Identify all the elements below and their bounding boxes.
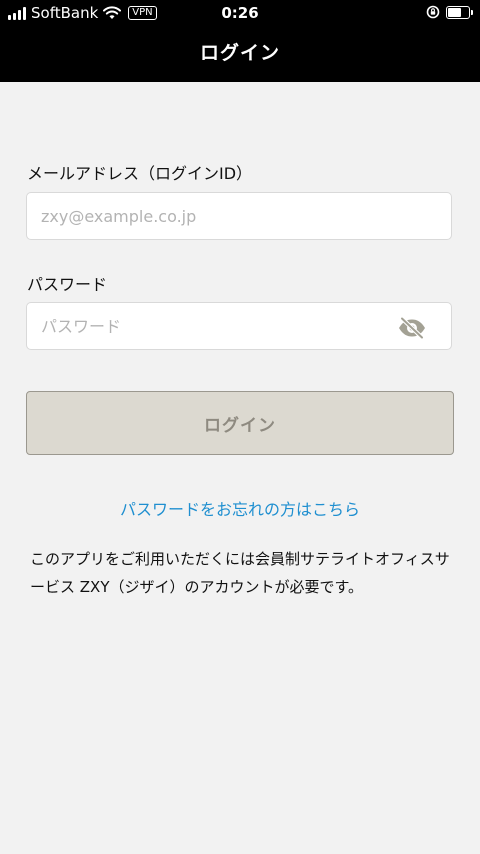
account-requirement-note: このアプリをご利用いただくには会員制サテライトオフィスサービス ZXY（ジザイ）… — [30, 550, 450, 596]
status-bar: SoftBank VPN 0:26 — [0, 0, 480, 26]
rotation-lock-icon — [426, 5, 440, 19]
password-field-box — [26, 302, 452, 350]
password-input[interactable] — [27, 303, 451, 349]
email-label: メールアドレス（ログインID） — [27, 164, 253, 183]
page-title: ログイン — [199, 42, 280, 64]
password-label: パスワード — [27, 275, 108, 294]
app-header: SoftBank VPN 0:26 ログイン — [0, 0, 480, 82]
email-input[interactable] — [27, 193, 451, 239]
battery-icon — [446, 5, 473, 19]
forgot-password-link[interactable]: パスワードをお忘れの方はこちら — [0, 496, 480, 520]
status-time: 0:26 — [221, 4, 259, 22]
status-bar-right — [426, 5, 473, 19]
email-field-box — [26, 192, 452, 240]
login-button[interactable]: ログイン — [26, 391, 454, 455]
eye-slash-icon[interactable] — [397, 317, 427, 339]
